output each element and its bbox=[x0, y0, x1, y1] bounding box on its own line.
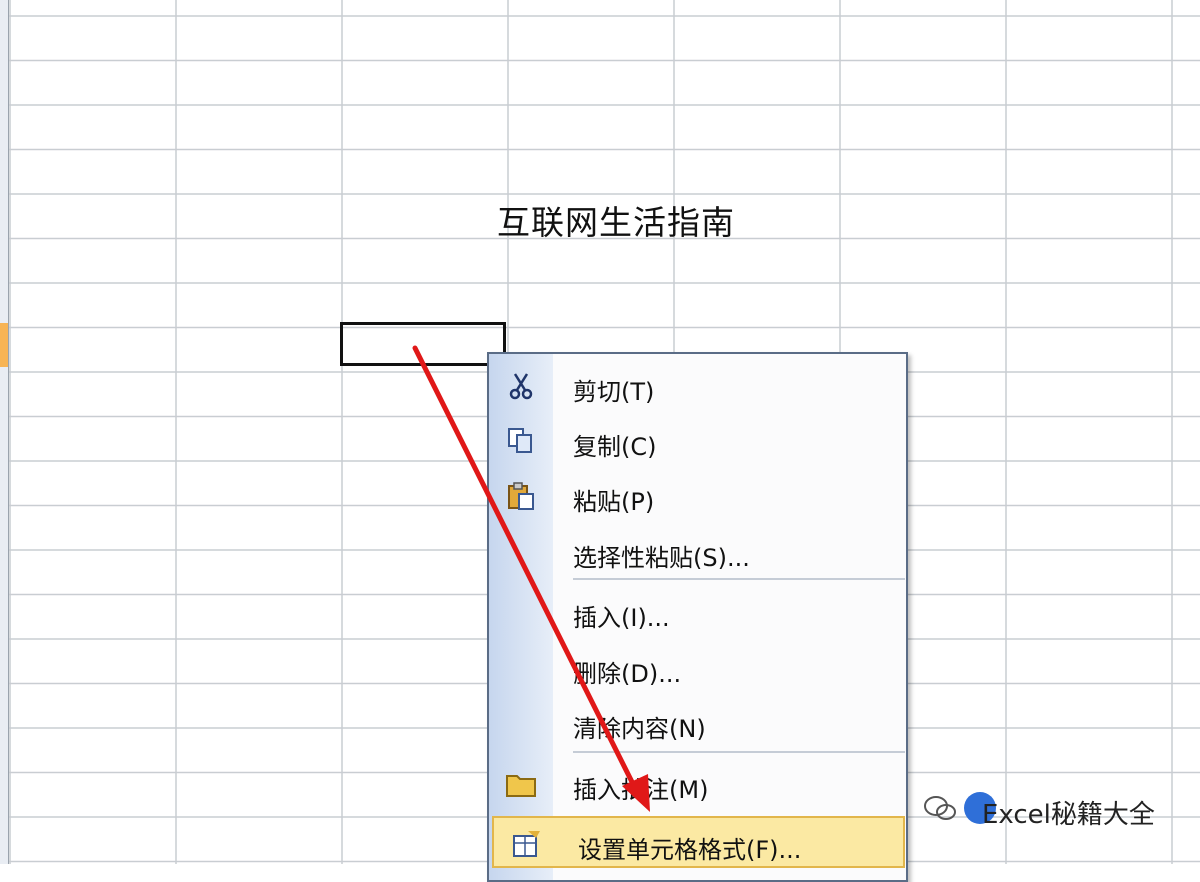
row-header[interactable] bbox=[0, 0, 9, 864]
menu-item-label: 选择性粘贴(S)... bbox=[573, 544, 750, 572]
menu-item-insert-comment[interactable]: 插入批注(M) bbox=[489, 758, 906, 810]
copy-icon bbox=[508, 428, 532, 453]
menu-item-cut[interactable]: 剪切(T) bbox=[489, 360, 906, 412]
menu-item-label: 粘贴(P) bbox=[573, 488, 655, 516]
menu-item-label: 复制(C) bbox=[573, 433, 657, 461]
menu-item-label: 插入批注(M) bbox=[573, 776, 709, 804]
active-cell[interactable] bbox=[340, 322, 506, 366]
menu-item-paste[interactable]: 粘贴(P) bbox=[489, 470, 906, 522]
paste-icon bbox=[508, 482, 534, 510]
menu-item-label: 删除(D)... bbox=[573, 660, 682, 688]
menu-item-label: 插入(I)... bbox=[573, 604, 670, 632]
active-row-header[interactable] bbox=[0, 323, 8, 367]
menu-item-clear-contents[interactable]: 清除内容(N) bbox=[489, 697, 906, 749]
format-cells-icon bbox=[513, 831, 540, 857]
watermark: Excel秘籍大全 bbox=[922, 784, 1182, 834]
menu-item-label: 清除内容(N) bbox=[573, 715, 706, 743]
menu-item-label: 设置单元格格式(F)... bbox=[578, 836, 802, 864]
menu-item-insert[interactable]: 插入(I)... bbox=[489, 586, 906, 638]
scissors-icon bbox=[509, 373, 533, 400]
menu-item-paste-special[interactable]: 选择性粘贴(S)... bbox=[489, 526, 906, 578]
folder-comment-icon bbox=[506, 775, 536, 797]
context-menu: 剪切(T) 复制(C) 粘贴(P) 选择性粘贴(S)... 插入(I)... 删… bbox=[487, 352, 908, 882]
menu-item-label: 剪切(T) bbox=[573, 378, 655, 406]
cell-content-text[interactable]: 互联网生活指南 bbox=[497, 196, 735, 244]
menu-item-delete[interactable]: 删除(D)... bbox=[489, 642, 906, 694]
menu-separator bbox=[573, 578, 905, 580]
watermark-text: Excel秘籍大全 bbox=[982, 800, 1155, 830]
menu-item-format-cells[interactable]: 设置单元格格式(F)... bbox=[492, 816, 905, 868]
menu-separator bbox=[573, 751, 905, 753]
menu-item-copy[interactable]: 复制(C) bbox=[489, 415, 906, 467]
wechat-icon bbox=[924, 796, 956, 820]
